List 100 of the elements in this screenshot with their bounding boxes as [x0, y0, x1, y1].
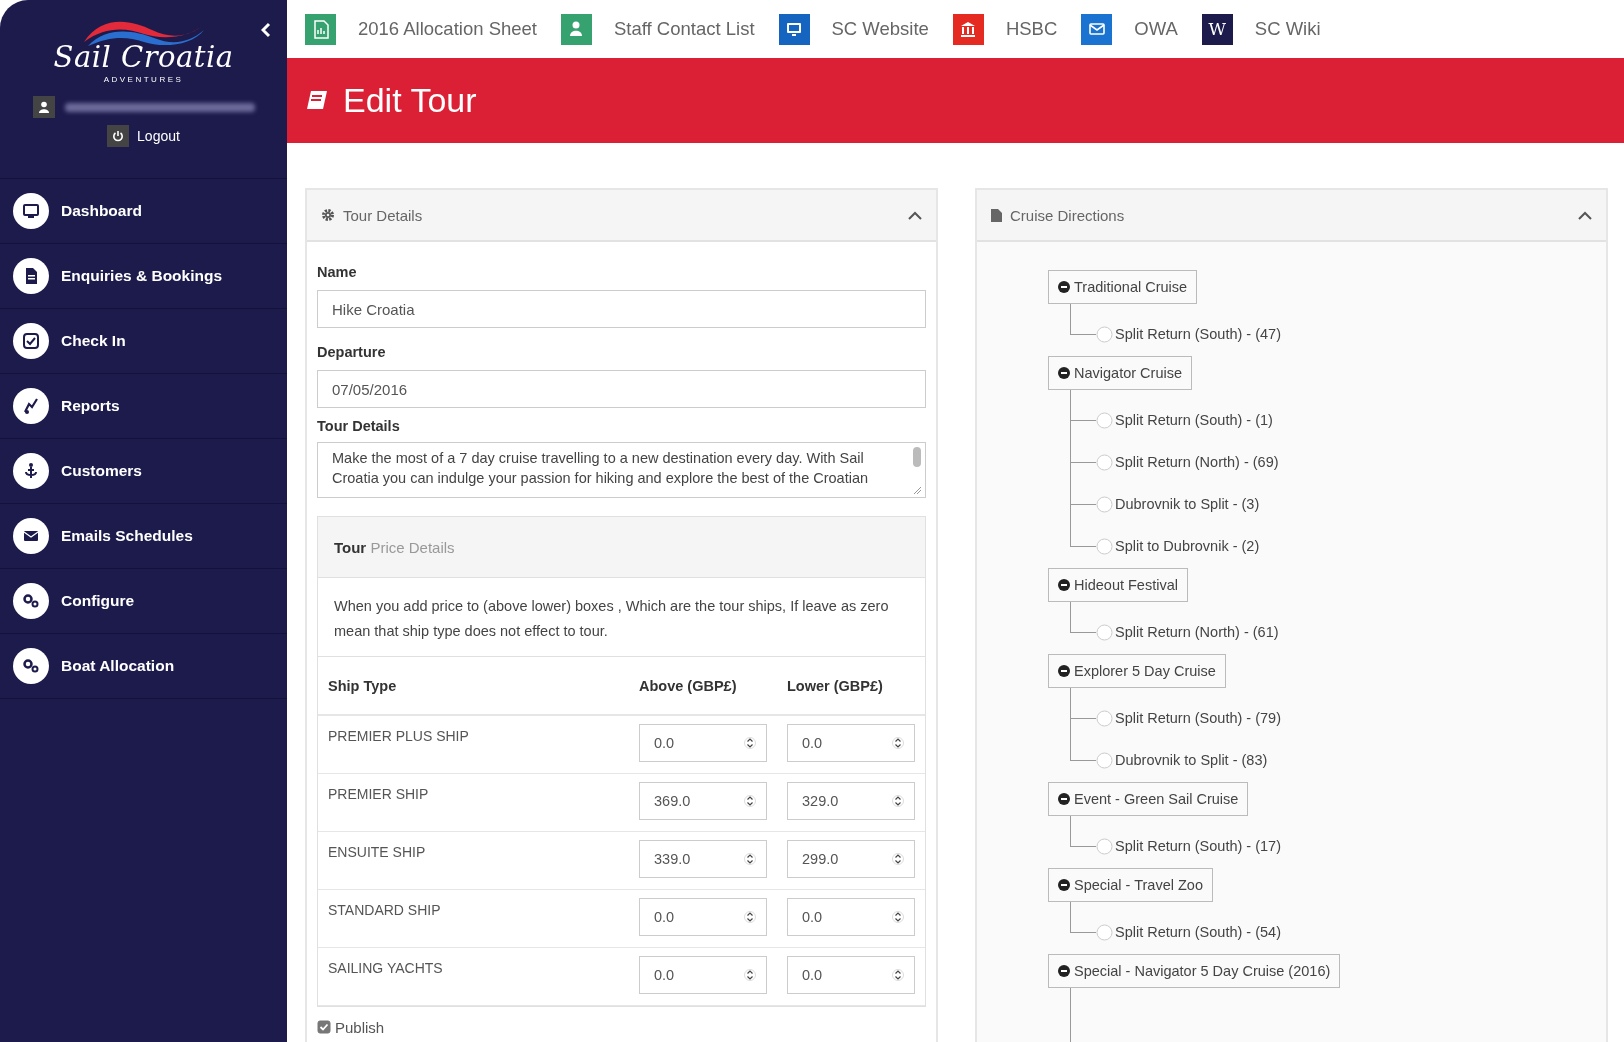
number-field[interactable]: 0.0 [639, 724, 767, 762]
tree-leaf[interactable]: Split Return (North) - (61) [1096, 622, 1279, 642]
shortcut-link[interactable]: HSBC [952, 13, 1058, 45]
table-cell: STANDARD SHIP [328, 901, 441, 918]
tree-node[interactable]: Special - Travel Zoo [1048, 868, 1213, 902]
table-cell: PREMIER PLUS SHIP [328, 728, 469, 744]
number-field[interactable]: 299.0 [787, 839, 915, 878]
radio-circle-icon [1096, 411, 1113, 429]
field-label: Departure [317, 344, 387, 360]
radio-circle-icon [1096, 623, 1113, 641]
sidebar-item[interactable]: Boat Allocation [0, 634, 287, 699]
shortcut-link[interactable]: Staff Contact List [561, 13, 755, 45]
collapse-chevron-icon[interactable] [1578, 210, 1592, 220]
gears-icon [13, 583, 49, 619]
number-field[interactable]: 369.0 [639, 781, 767, 820]
field-label: Tour Details [317, 418, 401, 434]
tree-node[interactable]: Navigator Cruise [1048, 356, 1192, 390]
tree-leaf[interactable]: Split Return (South) - (54) [1096, 922, 1281, 942]
tree-leaf[interactable]: Split Return (South) - (79) [1096, 708, 1281, 728]
price-note: When you add price to (above lower) boxes , Which are the tour ships, If leave as zero mean that ship type does not effect to tour. [318, 578, 925, 657]
sidebar-item[interactable]: Enquiries & Bookings [0, 244, 287, 309]
radio-circle-icon [1096, 495, 1113, 513]
spinner-arrows-icon[interactable] [744, 734, 756, 752]
sidebar-item[interactable]: Customers [0, 439, 287, 504]
minus-circle-icon[interactable] [1058, 281, 1070, 293]
tree-node[interactable]: Explorer 5 Day Cruise [1048, 654, 1226, 688]
column-header: Ship Type [328, 677, 397, 694]
minus-circle-icon[interactable] [1058, 579, 1070, 591]
minus-circle-icon[interactable] [1058, 879, 1070, 891]
minus-circle-icon[interactable] [1058, 793, 1070, 805]
tree-leaf[interactable]: Dubrovnik to Split - (3) [1096, 494, 1260, 514]
sidebar-item[interactable]: Reports [0, 374, 287, 439]
shortcut-link[interactable]: 2016 Allocation Sheet [305, 13, 537, 45]
text-area[interactable]: Make the most of a 7 day cruise travelling to a new destination every day. With Sail Croatia you can indulge your passion for hiking and explore the best of the Croatian [317, 442, 926, 498]
letter-w-icon: W [1201, 13, 1233, 45]
spinner-arrows-icon[interactable] [892, 734, 904, 752]
sidebar-item[interactable]: Configure [0, 569, 287, 634]
number-field[interactable]: 0.0 [787, 955, 915, 994]
panel-title: Tour Details [343, 206, 424, 224]
number-field[interactable]: 339.0 [639, 839, 767, 878]
page-title: Edit Tour [343, 81, 477, 120]
number-field[interactable]: 0.0 [639, 955, 767, 994]
tree-node[interactable]: Traditional Cruise [1048, 270, 1198, 304]
gears-icon [13, 648, 49, 684]
chart-icon [13, 388, 49, 424]
document-icon [991, 208, 1002, 222]
table-cell: ENSUITE SHIP [328, 843, 426, 860]
anchor-icon [13, 453, 49, 489]
number-field[interactable]: 329.0 [787, 781, 915, 820]
number-field[interactable]: 0.0 [787, 897, 915, 936]
radio-circle-icon [1096, 837, 1113, 855]
scrollbar-icon[interactable] [912, 446, 922, 496]
shortcut-link[interactable]: W SC Wiki [1201, 13, 1321, 45]
minus-circle-icon[interactable] [1058, 665, 1070, 677]
power-icon[interactable] [107, 125, 130, 147]
radio-circle-icon [1096, 325, 1113, 343]
column-header: Above (GBP£) [639, 677, 737, 694]
radio-circle-icon [1096, 453, 1113, 471]
collapse-chevron-icon[interactable] [908, 210, 922, 220]
number-field[interactable]: 0.0 [787, 724, 915, 762]
tree-node[interactable]: Hideout Festival [1048, 568, 1188, 602]
brand-logo-text: Sail Croatia [53, 40, 234, 74]
user-icon [32, 96, 55, 118]
radio-circle-icon [1096, 537, 1113, 555]
field-label: Name [317, 264, 358, 280]
logout-link[interactable]: Logout [137, 128, 180, 144]
column-header: Lower (GBP£) [787, 677, 883, 694]
shortcut-link[interactable]: SC Website [778, 13, 929, 45]
tree-leaf[interactable]: Dubrovnik to Split - (83) [1096, 750, 1268, 770]
monitor-icon [13, 193, 49, 229]
radio-circle-icon [1096, 751, 1113, 769]
text-field[interactable]: 07/05/2016 [317, 370, 926, 408]
brand-tagline: ADVENTURES [103, 75, 184, 84]
radio-circle-icon [1096, 923, 1113, 941]
checkbox-icon [13, 323, 49, 359]
tree-node[interactable]: Event - Green Sail Cruise [1048, 782, 1249, 816]
sidebar-item[interactable]: Check In [0, 309, 287, 374]
shortcut-link[interactable]: OWA [1081, 13, 1178, 45]
minus-circle-icon[interactable] [1058, 367, 1070, 379]
table-cell: PREMIER SHIP [328, 785, 429, 802]
document-icon [13, 258, 49, 294]
checkbox-label: Publish [335, 1018, 385, 1036]
envelope-icon [13, 518, 49, 554]
tree-leaf[interactable]: Split to Dubrovnik - (2) [1096, 536, 1260, 556]
panel-title: Cruise Directions [1010, 206, 1126, 224]
minus-circle-icon[interactable] [1058, 965, 1070, 977]
sidebar-item[interactable]: Dashboard [0, 179, 287, 244]
section-title: Tour Price Details [334, 538, 455, 556]
tree-leaf[interactable]: Split Return (South) - (1) [1096, 410, 1273, 430]
sidebar-item[interactable]: Emails Schedules [0, 504, 287, 569]
table-cell: SAILING YACHTS [328, 959, 443, 976]
checkbox[interactable] [317, 1020, 331, 1034]
tree-leaf[interactable]: Split Return (South) - (47) [1096, 324, 1281, 344]
tree-node[interactable]: Special - Navigator 5 Day Cruise (2016) [1048, 954, 1341, 988]
text-field[interactable]: Hike Croatia [317, 290, 926, 328]
radio-circle-icon [1096, 709, 1113, 727]
gear-icon [321, 208, 335, 222]
tree-leaf[interactable]: Split Return (North) - (69) [1096, 452, 1279, 472]
number-field[interactable]: 0.0 [639, 897, 767, 936]
tree-leaf[interactable]: Split Return (South) - (17) [1096, 836, 1281, 856]
